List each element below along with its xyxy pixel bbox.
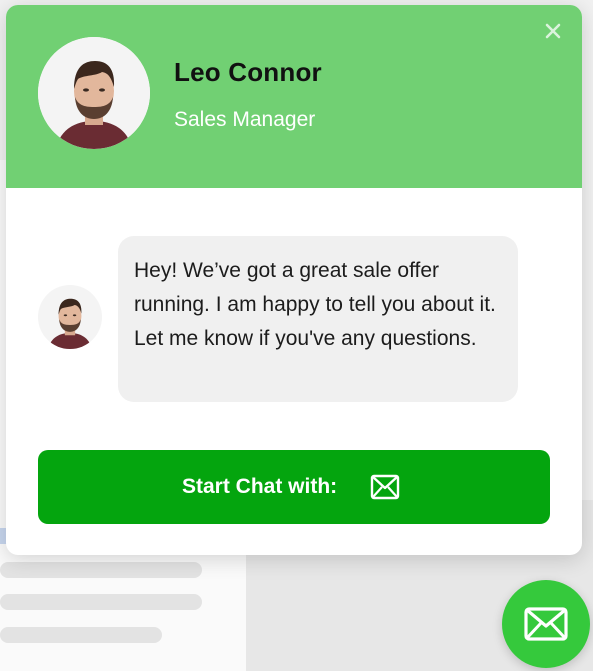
agent-role: Sales Manager — [174, 108, 316, 131]
message-bubble: Hey! We’ve got a great sale offer runnin… — [118, 236, 518, 402]
chat-launcher-button[interactable] — [502, 580, 590, 668]
close-button[interactable] — [542, 20, 564, 42]
agent-avatar — [38, 37, 150, 149]
chat-widget: Leo Connor Sales Manager Hey! We’ve got … — [6, 5, 582, 555]
message-text: Hey! We’ve got a great sale offer runnin… — [134, 259, 496, 350]
background-placeholder-line — [0, 594, 202, 610]
start-chat-label: Start Chat with: — [182, 475, 338, 498]
message-avatar — [38, 285, 102, 349]
agent-name: Leo Connor — [174, 57, 322, 87]
envelope-icon — [524, 607, 568, 641]
envelope-icon — [370, 474, 400, 500]
start-chat-button[interactable]: Start Chat with: — [38, 450, 550, 524]
widget-header: Leo Connor Sales Manager — [6, 5, 582, 188]
background-placeholder-line — [0, 627, 162, 643]
background-placeholder-line — [0, 562, 202, 578]
close-icon — [545, 23, 561, 39]
